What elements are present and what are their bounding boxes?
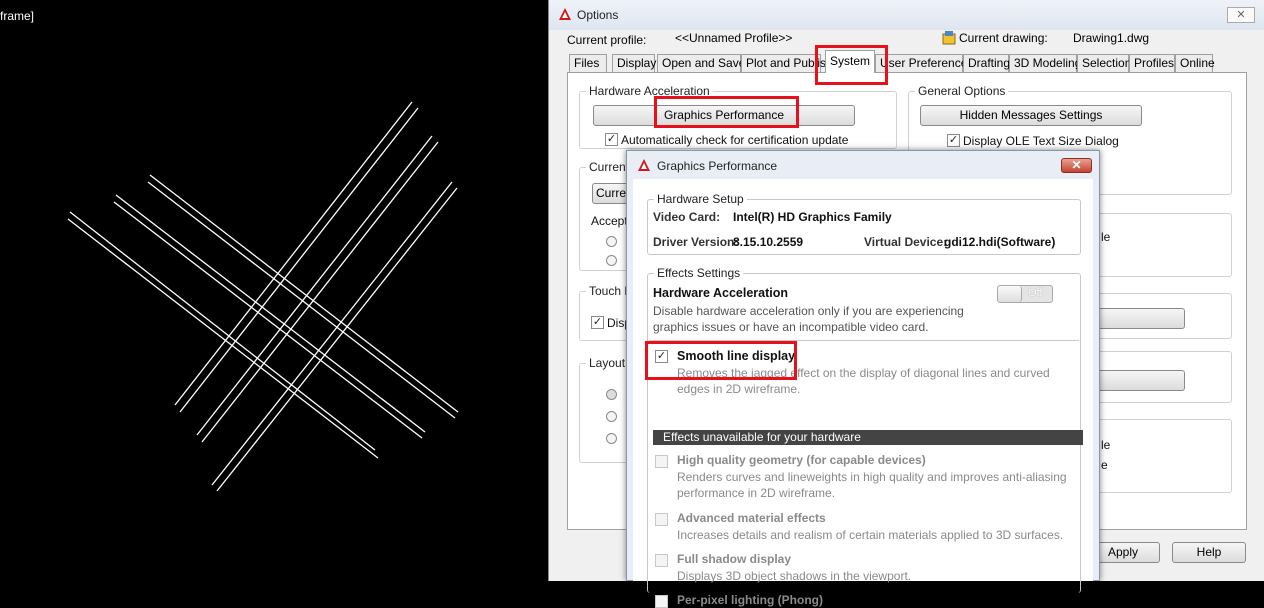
tab-profiles[interactable]: Profiles [1129,54,1175,72]
highlight-graphics-performance-button [654,96,799,128]
hardware-acceleration-toggle-state: Off [1028,287,1043,299]
auto-check-certification-checkbox[interactable]: ✓ [605,133,618,146]
right-group-5-text-1: le [1101,438,1111,452]
per-pixel-lighting-checkbox[interactable] [655,595,668,608]
right-group-2-text: le [1101,230,1111,244]
options-titlebar: Options ✕ [549,0,1264,30]
hardware-acceleration-title: Hardware Acceleration [653,286,789,300]
virtual-device-label: Virtual Device: [864,235,948,249]
high-quality-geometry-desc-1: Renders curves and lineweights in high q… [677,470,1067,484]
driver-version-label: Driver Version: [653,235,739,249]
options-title: Options [577,8,619,22]
tab-online[interactable]: Online [1175,54,1215,72]
full-shadow-display-desc: Displays 3D object shadows in the viewpo… [677,569,912,583]
virtual-device-value: gdi12.hdi(Software) [944,235,1056,249]
right-group-5-text-2: e [1101,458,1108,472]
accept-label: Accept [591,214,628,228]
tab-3d-modeling[interactable]: 3D Modeling [1009,54,1081,72]
effects-unavailable-header: Effects unavailable for your hardware [653,430,1083,445]
tab-display[interactable]: Display [612,54,656,72]
hardware-setup-group: Hardware Setup Video Card: Intel(R) HD G… [647,192,1081,255]
high-quality-geometry-title: High quality geometry (for capable devic… [677,453,926,467]
hardware-acceleration-desc-1: Disable hardware acceleration only if yo… [653,304,964,318]
help-button[interactable]: Help [1172,542,1246,563]
graphics-performance-titlebar: Graphics Performance ✕ [627,151,1099,179]
tab-files[interactable]: Files [569,54,607,72]
close-icon[interactable]: ✕ [1227,7,1255,23]
smooth-line-display-desc-2: edges in 2D wireframe. [677,382,801,396]
graphics-performance-body: Hardware Setup Video Card: Intel(R) HD G… [633,179,1093,608]
accept-radio-2[interactable] [606,255,617,266]
hidden-messages-settings-button[interactable]: Hidden Messages Settings [920,105,1142,126]
hardware-setup-group-title: Hardware Setup [654,192,747,206]
high-quality-geometry-checkbox[interactable] [655,455,668,468]
video-card-label: Video Card: [653,210,721,224]
full-shadow-display-checkbox[interactable] [655,554,668,567]
accept-radio-1[interactable] [606,236,617,247]
tab-open-and-save[interactable]: Open and Save [657,54,745,72]
tab-plot-and-publish[interactable]: Plot and Publis [741,54,826,72]
display-ole-text-label: Display OLE Text Size Dialog [963,134,1119,148]
high-quality-geometry-desc-2: performance in 2D wireframe. [677,486,836,500]
wireframe-lines [67,101,459,492]
highlight-smooth-line-display [645,341,797,380]
touch-display-checkbox[interactable]: ✓ [591,316,604,329]
current-profile-label: Current profile: [567,33,647,47]
drawing-icon [942,31,956,45]
close-icon[interactable]: ✕ [1061,158,1092,173]
auto-check-certification-label: Automatically check for certification up… [621,133,849,147]
display-ole-text-checkbox[interactable]: ✓ [947,134,960,147]
layout-radio-1[interactable] [606,389,617,400]
driver-version-value: 8.15.10.2559 [733,235,804,249]
layout-radio-3[interactable] [606,433,617,444]
video-card-value: Intel(R) HD Graphics Family [733,210,892,224]
tab-selection[interactable]: Selection [1077,54,1131,72]
effects-settings-group-title: Effects Settings [654,266,744,280]
graphics-performance-title: Graphics Performance [657,159,778,173]
toggle-knob [998,286,1022,302]
drawing-viewport[interactable]: frame] [0,0,548,581]
layout-radio-2[interactable] [606,411,617,422]
per-pixel-lighting-title: Per-pixel lighting (Phong) [677,593,823,607]
advanced-material-effects-title: Advanced material effects [677,511,826,525]
tab-system[interactable]: System [825,50,875,73]
advanced-material-effects-checkbox[interactable] [655,513,668,526]
advanced-material-effects-desc: Increases details and realism of certain… [677,528,1064,542]
tab-user-preferences[interactable]: User Preferences [875,54,973,72]
tab-drafting[interactable]: Drafting [963,54,1010,72]
current-drawing-value: Drawing1.dwg [1073,31,1150,45]
current-profile-value: <<Unnamed Profile>> [675,31,793,45]
autocad-logo-icon [559,8,571,20]
full-shadow-display-title: Full shadow display [677,552,792,566]
hardware-acceleration-toggle[interactable]: Off [997,285,1053,303]
hardware-acceleration-desc-2: graphics issues or have an incompatible … [653,320,929,334]
general-options-group-title: General Options [915,84,1009,98]
current-drawing-label: Current drawing: [959,31,1048,45]
autocad-logo-icon [638,159,650,171]
